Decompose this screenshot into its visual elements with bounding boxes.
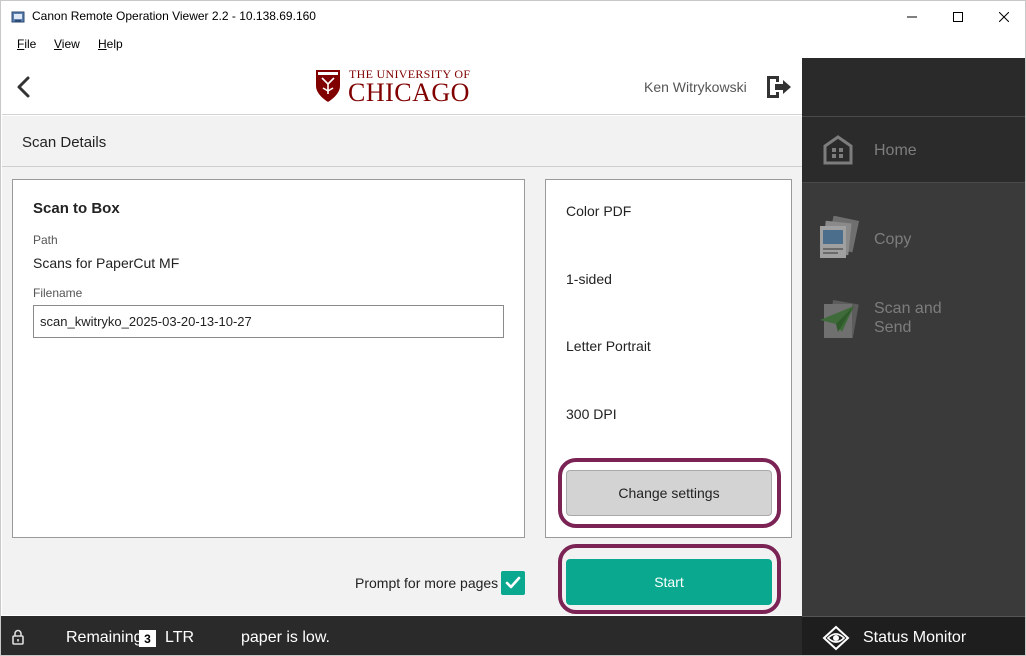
home-icon (823, 135, 853, 165)
details-bar: Scan Details (2, 116, 802, 167)
menu-view[interactable]: View (54, 37, 80, 51)
university-logo: THE UNIVERSITY OF CHICAGO (314, 66, 484, 107)
setting-paper: Letter Portrait (566, 338, 651, 354)
sidebar-item-home-label: Home (874, 142, 917, 159)
checkmark-icon (505, 576, 521, 589)
status-message: paper is low. (241, 629, 330, 646)
sidebar-item-scan-and-send-label: Scan and Send (874, 300, 942, 336)
maximize-button[interactable] (935, 1, 981, 33)
filename-input[interactable]: scan_kwitryko_2025-03-20-13-10-27 (33, 305, 504, 338)
path-label: Path (33, 233, 58, 247)
sidebar-item-home[interactable]: Home (802, 116, 1025, 183)
path-value: Scans for PaperCut MF (33, 255, 180, 271)
sidebar-item-copy-label: Copy (874, 231, 912, 248)
maximize-icon (953, 12, 963, 22)
sidebar-top (802, 58, 1025, 116)
header: THE UNIVERSITY OF CHICAGO Ken Witrykowsk… (2, 58, 802, 115)
menu-file[interactable]: File (17, 37, 36, 51)
close-button[interactable] (981, 1, 1025, 33)
title-bar: Canon Remote Operation Viewer 2.2 - 10.1… (1, 1, 1025, 33)
scan-destination-title: Scan to Box (33, 200, 120, 217)
prompt-more-pages-label: Prompt for more pages (355, 575, 499, 591)
logo-line2: CHICAGO (348, 78, 470, 107)
window-title: Canon Remote Operation Viewer 2.2 - 10.1… (32, 9, 316, 23)
paper-unit: LTR (165, 629, 195, 646)
status-monitor-icon (822, 625, 850, 651)
minimize-icon (907, 16, 917, 18)
scan-and-send-icon (820, 300, 859, 338)
start-button[interactable]: Start (566, 559, 772, 605)
setting-resolution: 300 DPI (566, 406, 617, 422)
logout-button[interactable] (763, 73, 793, 101)
back-button[interactable] (12, 74, 36, 100)
filename-label: Filename (33, 286, 83, 300)
remaining-count-badge: 3 (139, 630, 156, 647)
setting-sides: 1-sided (566, 271, 612, 287)
lock-icon (12, 629, 24, 645)
remaining-label: Remaining (66, 629, 143, 646)
close-icon (999, 12, 1009, 22)
minimize-button[interactable] (889, 1, 935, 33)
user-name: Ken Witrykowski (644, 79, 747, 95)
chevron-left-icon (17, 76, 30, 98)
crest-icon (316, 70, 340, 102)
scan-destination-panel: Scan to Box Path Scans for PaperCut MF F… (12, 179, 525, 538)
copy-icon (820, 216, 860, 258)
menu-bar: File View Help (1, 33, 1025, 55)
logout-icon (767, 76, 791, 98)
status-bar: Remaining 3 LTR paper is low. (1, 616, 802, 655)
sidebar: Home Copy Scan and Send (802, 58, 1025, 616)
menu-help[interactable]: Help (98, 37, 123, 51)
page-title: Scan Details (22, 134, 107, 151)
app-window: Canon Remote Operation Viewer 2.2 - 10.1… (0, 0, 1026, 656)
status-monitor-label: Status Monitor (863, 629, 967, 646)
change-settings-button[interactable]: Change settings (566, 470, 772, 516)
setting-color: Color PDF (566, 203, 632, 219)
status-monitor-button[interactable]: Status Monitor (802, 616, 1025, 655)
prompt-more-pages-checkbox[interactable] (501, 571, 525, 595)
app-icon (11, 11, 25, 23)
